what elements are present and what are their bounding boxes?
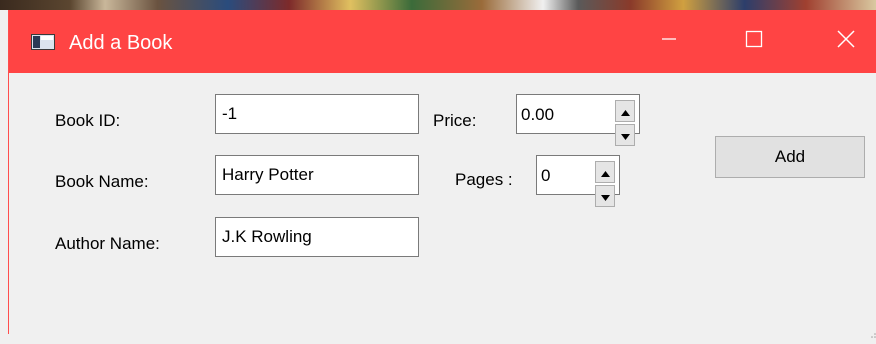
close-icon (837, 30, 855, 53)
background-desktop-strip (0, 0, 876, 10)
minimize-button[interactable] (638, 10, 700, 73)
title-bar[interactable]: Add a Book (9, 10, 876, 73)
price-decrement-button[interactable] (615, 124, 635, 146)
window-app-icon (31, 34, 55, 50)
author-name-label: Author Name: (55, 234, 160, 253)
add-button-label: Add (774, 147, 806, 166)
add-book-window: Add a Book Book ID: -1 Book Name: Harry … (8, 10, 876, 338)
maximize-button[interactable] (723, 10, 785, 73)
add-button[interactable]: Add (715, 136, 865, 178)
book-name-label: Book Name: (55, 172, 149, 191)
pages-spinbox[interactable]: 0 (536, 155, 620, 207)
arrow-up-icon (600, 162, 610, 182)
author-name-value: J.K Rowling (222, 227, 312, 246)
arrow-down-icon (600, 186, 610, 206)
maximize-icon (745, 30, 763, 53)
pages-value: 0 (541, 166, 551, 185)
book-name-value: Harry Potter (222, 165, 314, 184)
price-spinbox[interactable]: 0.00 (516, 94, 640, 146)
book-id-label: Book ID: (55, 111, 121, 130)
pages-label: Pages : (455, 170, 513, 189)
arrow-down-icon (620, 125, 630, 145)
book-id-field[interactable]: -1 (215, 94, 419, 134)
minimize-icon (661, 31, 677, 52)
close-button[interactable] (815, 10, 876, 73)
resize-grip-icon[interactable] (869, 326, 876, 338)
book-name-field[interactable]: Harry Potter (215, 155, 419, 195)
price-value: 0.00 (521, 105, 555, 124)
pages-increment-button[interactable] (595, 161, 615, 183)
price-label: Price: (433, 111, 477, 130)
author-name-field[interactable]: J.K Rowling (215, 217, 419, 257)
book-id-value: -1 (222, 104, 238, 123)
price-increment-button[interactable] (615, 100, 635, 122)
window-title: Add a Book (69, 32, 173, 54)
pages-decrement-button[interactable] (595, 185, 615, 207)
arrow-up-icon (620, 101, 630, 121)
